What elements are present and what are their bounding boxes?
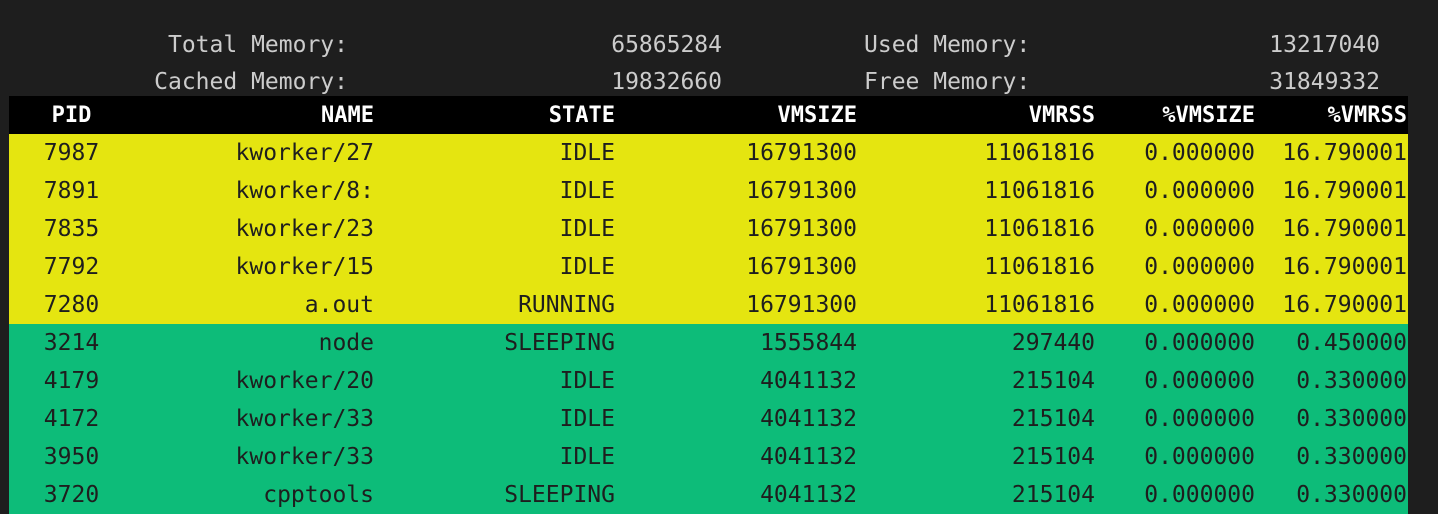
table-row[interactable]: 4179 kworker/20 IDLE 4041132 215104 0.000000 0…: [9, 362, 1408, 400]
state-cell: IDLE: [559, 406, 615, 432]
vmrss-cell: 11061816: [984, 216, 1095, 242]
table-row[interactable]: 7987 kworker/27 IDLE 16791300 11061816 0.0000…: [9, 134, 1408, 172]
total-memory-value: 65865284: [611, 32, 722, 58]
column-header-name: NAME: [321, 102, 374, 128]
pid-cell: 7835: [43, 216, 100, 242]
state-cell: IDLE: [559, 140, 615, 166]
vmsize-cell: 4041132: [760, 482, 857, 508]
table-row[interactable]: 3950 kworker/33 IDLE 4041132 215104 0.000000 0…: [9, 438, 1408, 476]
total-memory-label: Total Memory:: [167, 32, 348, 58]
vmrss-cell: 11061816: [984, 140, 1095, 166]
vmsize-cell: 16791300: [746, 292, 857, 318]
table-row[interactable]: 7891 kworker/8: IDLE 16791300 11061816 0.0000…: [9, 172, 1408, 210]
vmsize-cell: 16791300: [746, 216, 857, 242]
column-header-pct-vmrss: %VMRSS: [1327, 102, 1407, 128]
state-cell: RUNNING: [518, 292, 615, 318]
table-header-row: PID NAME STATE VMSIZE VMRSS %VMSIZE %VMR…: [9, 96, 1408, 134]
pid-cell: 7792: [43, 254, 100, 280]
name-cell: cpptools: [263, 482, 374, 508]
vmsize-cell: 4041132: [760, 368, 857, 394]
pid-cell: 7987: [43, 140, 100, 166]
vmrss-cell: 11061816: [984, 254, 1095, 280]
name-cell: node: [318, 330, 374, 356]
vmsize-cell: 4041132: [760, 444, 857, 470]
state-cell: IDLE: [559, 444, 615, 470]
vmsize-cell: 16791300: [746, 178, 857, 204]
pid-cell: 3214: [43, 330, 100, 356]
name-cell: kworker/20: [235, 368, 374, 394]
table-row[interactable]: 7280 a.out RUNNING 16791300 11061816 0.000000…: [9, 286, 1408, 324]
state-cell: SLEEPING: [504, 482, 615, 508]
used-memory-value: 13217040: [1269, 32, 1380, 58]
pid-cell: 7891: [43, 178, 100, 204]
table-row[interactable]: 4172 kworker/33 IDLE 4041132 215104 0.000000 0…: [9, 400, 1408, 438]
state-cell: IDLE: [559, 368, 615, 394]
vmrss-cell: 215104: [1011, 444, 1095, 470]
pct-vmrss-cell: 16.790001: [1282, 254, 1407, 280]
pid-cell: 4179: [43, 368, 100, 394]
vmsize-cell: 4041132: [760, 406, 857, 432]
name-cell: kworker/33: [235, 444, 374, 470]
pct-vmsize-cell: 0.000000: [1144, 216, 1255, 242]
process-table-container: PID NAME STATE VMSIZE VMRSS %VMSIZE %VMR…: [9, 96, 1408, 514]
pct-vmsize-cell: 0.000000: [1144, 482, 1255, 508]
pct-vmrss-cell: 16.790001: [1282, 140, 1407, 166]
pct-vmsize-cell: 0.000000: [1144, 444, 1255, 470]
pct-vmrss-cell: 0.450000: [1296, 330, 1407, 356]
pid-cell: 4172: [43, 406, 100, 432]
pid-cell: 3950: [43, 444, 100, 470]
column-header-pid: PID: [51, 102, 92, 128]
process-table-body: 7987 kworker/27 IDLE 16791300 11061816 0.0000…: [9, 134, 1408, 514]
state-cell: IDLE: [559, 254, 615, 280]
name-cell: kworker/23: [235, 216, 374, 242]
name-cell: kworker/33: [235, 406, 374, 432]
pct-vmsize-cell: 0.000000: [1144, 254, 1255, 280]
column-header-vmsize: VMSIZE: [777, 102, 857, 128]
summary-row-total-used: Total Memory: 65865284 Used Memory: 1321…: [0, 27, 1438, 64]
pct-vmsize-cell: 0.000000: [1144, 292, 1255, 318]
pct-vmrss-cell: 16.790001: [1282, 178, 1407, 204]
name-cell: kworker/15: [235, 254, 374, 280]
pct-vmrss-cell: 0.330000: [1296, 482, 1407, 508]
vmrss-cell: 11061816: [984, 178, 1095, 204]
pid-cell: 7280: [43, 292, 100, 318]
name-cell: a.out: [304, 292, 374, 318]
used-memory-label: Used Memory:: [864, 32, 1031, 58]
column-header-vmrss: VMRSS: [1028, 102, 1095, 128]
state-cell: IDLE: [559, 178, 615, 204]
vmrss-cell: 215104: [1011, 406, 1095, 432]
state-cell: IDLE: [559, 216, 615, 242]
column-header-state: STATE: [548, 102, 615, 128]
pct-vmsize-cell: 0.000000: [1144, 178, 1255, 204]
pct-vmsize-cell: 0.000000: [1144, 368, 1255, 394]
pct-vmrss-cell: 16.790001: [1282, 216, 1407, 242]
memory-summary: Total Memory: 65865284 Used Memory: 1321…: [0, 27, 1438, 101]
pct-vmrss-cell: 0.330000: [1296, 406, 1407, 432]
table-row[interactable]: 7835 kworker/23 IDLE 16791300 11061816 0.0000…: [9, 210, 1408, 248]
vmsize-cell: 16791300: [746, 140, 857, 166]
vmrss-cell: 297440: [1011, 330, 1095, 356]
table-row[interactable]: 7792 kworker/15 IDLE 16791300 11061816 0.0000…: [9, 248, 1408, 286]
table-row[interactable]: 3214 node SLEEPING 1555844 297440 0.000000 0.4…: [9, 324, 1408, 362]
process-table: PID NAME STATE VMSIZE VMRSS %VMSIZE %VMR…: [9, 96, 1408, 514]
state-cell: SLEEPING: [504, 330, 615, 356]
vmrss-cell: 215104: [1011, 482, 1095, 508]
pct-vmrss-cell: 0.330000: [1296, 444, 1407, 470]
column-header-pct-vmsize: %VMSIZE: [1162, 102, 1255, 128]
table-row[interactable]: 3720 cpptools SLEEPING 4041132 215104 0.00000…: [9, 476, 1408, 514]
pct-vmsize-cell: 0.000000: [1144, 330, 1255, 356]
pct-vmrss-cell: 0.330000: [1296, 368, 1407, 394]
vmrss-cell: 215104: [1011, 368, 1095, 394]
name-cell: kworker/27: [235, 140, 374, 166]
pid-cell: 3720: [43, 482, 100, 508]
vmsize-cell: 1555844: [760, 330, 857, 356]
pct-vmsize-cell: 0.000000: [1144, 140, 1255, 166]
vmsize-cell: 16791300: [746, 254, 857, 280]
name-cell: kworker/8:: [235, 178, 374, 204]
terminal-window: Total Memory: 65865284 Used Memory: 1321…: [0, 0, 1438, 514]
pct-vmsize-cell: 0.000000: [1144, 406, 1255, 432]
vmrss-cell: 11061816: [984, 292, 1095, 318]
pct-vmrss-cell: 16.790001: [1282, 292, 1407, 318]
